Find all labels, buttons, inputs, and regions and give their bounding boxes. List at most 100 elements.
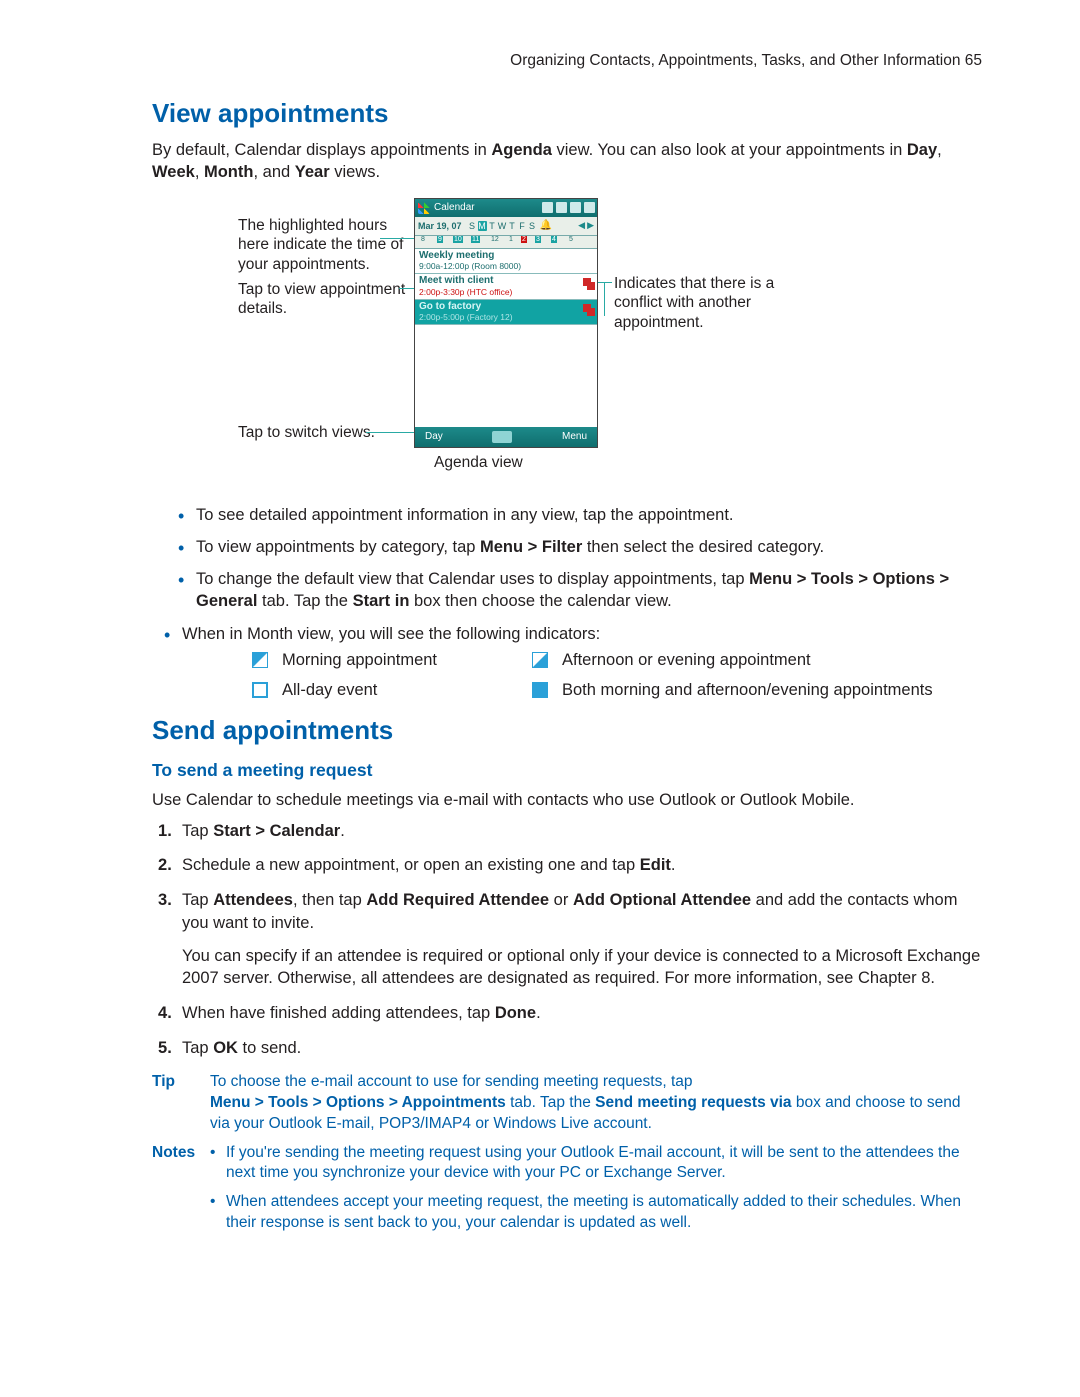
device-softkey-bar: Day Menu bbox=[415, 427, 597, 447]
text: views. bbox=[330, 163, 380, 181]
ruler-tick-hl: 10 bbox=[453, 236, 463, 243]
step-item: Tap Attendees, then tap Add Required Att… bbox=[152, 889, 982, 990]
appt-title: Weekly meeting bbox=[419, 251, 593, 262]
legend-label: All-day event bbox=[282, 679, 377, 701]
ruler-tick-conflict: 2 bbox=[521, 236, 527, 243]
text: To view appointments by category, tap bbox=[196, 538, 480, 556]
text: Tap bbox=[182, 822, 213, 840]
notes-block: Notes If you're sending the meeting requ… bbox=[152, 1143, 982, 1243]
text-bold: Add Required Attendee bbox=[366, 891, 549, 909]
ruler-tick: 5 bbox=[569, 236, 573, 243]
leader-line bbox=[604, 282, 605, 316]
heading-view-appointments: View appointments bbox=[152, 98, 982, 129]
figure-agenda-view: The highlighted hours here indicate the … bbox=[152, 198, 982, 498]
tip-body: To choose the e-mail account to use for … bbox=[210, 1072, 982, 1135]
appt-sub: 2:00p-3:30p (HTC office) bbox=[419, 287, 593, 297]
close-icon bbox=[584, 202, 595, 213]
text: tab. Tap the bbox=[257, 592, 352, 610]
device-datebar: Mar 19, 07 S M T W T F S 🔔 ◀ ▶ bbox=[415, 217, 597, 236]
text: . bbox=[671, 856, 676, 874]
step-item: Tap OK to send. bbox=[152, 1037, 982, 1060]
paragraph: Use Calendar to schedule meetings via e-… bbox=[152, 789, 982, 811]
list-item: When attendees accept your meeting reque… bbox=[210, 1192, 982, 1234]
text: , and bbox=[253, 163, 294, 181]
ruler-tick-hl: 11 bbox=[471, 236, 480, 243]
legend-label: Morning appointment bbox=[282, 649, 437, 671]
text: Use Calendar to schedule meetings via e-… bbox=[152, 789, 982, 811]
device-title: Calendar bbox=[434, 202, 475, 213]
text: When have finished adding attendees, tap bbox=[182, 1004, 495, 1022]
legend-label: Both morning and afternoon/evening appoi… bbox=[562, 679, 933, 701]
swatch-both-icon bbox=[532, 682, 548, 698]
conflict-icon bbox=[583, 278, 595, 290]
step-item: When have finished adding attendees, tap… bbox=[152, 1002, 982, 1025]
list-item: To change the default view that Calendar… bbox=[166, 568, 982, 613]
callout-right-conflict: Indicates that there is a conflict with … bbox=[614, 274, 784, 333]
text-bold: Attendees bbox=[213, 891, 293, 909]
text: Tap bbox=[182, 891, 213, 909]
subheading-send-meeting: To send a meeting request bbox=[152, 760, 982, 781]
step-paragraph: You can specify if an attendee is requir… bbox=[182, 945, 982, 991]
leader-line bbox=[380, 238, 414, 239]
ruler-tick-hl: 9 bbox=[437, 236, 443, 243]
swatch-allday-icon bbox=[252, 682, 268, 698]
text: to send. bbox=[238, 1039, 301, 1057]
conflict-icon bbox=[583, 304, 595, 316]
text-bold: Month bbox=[204, 163, 253, 181]
bullet-list: When in Month view, you will see the fol… bbox=[152, 623, 982, 702]
weekday-selected: M bbox=[478, 221, 487, 231]
weekday: S bbox=[528, 221, 537, 231]
next-icon: ▶ bbox=[587, 220, 594, 231]
text-bold: Menu > Filter bbox=[480, 538, 582, 556]
hour-ruler: 8 9 10 11 12 1 2 3 4 5 bbox=[415, 236, 597, 249]
ruler-tick-hl: 3 bbox=[535, 236, 541, 243]
step-item: Tap Start > Calendar. bbox=[152, 820, 982, 843]
text: then select the desired category. bbox=[582, 538, 824, 556]
text: , bbox=[937, 141, 942, 159]
appointment-item: Meet with client 2:00p-3:30p (HTC office… bbox=[415, 274, 597, 300]
softkey-left: Day bbox=[425, 431, 443, 442]
text: Tap bbox=[182, 1039, 213, 1057]
text-bold: Edit bbox=[640, 856, 671, 874]
text: . bbox=[340, 822, 345, 840]
ruler-tick-hl: 4 bbox=[551, 236, 557, 243]
weekday: F bbox=[518, 221, 527, 231]
heading-send-appointments: Send appointments bbox=[152, 715, 982, 746]
text-bold: Send meeting requests via bbox=[595, 1094, 791, 1111]
swatch-morning-icon bbox=[252, 652, 268, 668]
text: box then choose the calendar view. bbox=[409, 592, 671, 610]
callout-left-details: Tap to view appointment details. bbox=[238, 280, 414, 320]
list-item: To view appointments by category, tap Me… bbox=[166, 536, 982, 558]
text-bold: Day bbox=[907, 141, 937, 159]
text: To change the default view that Calendar… bbox=[196, 570, 749, 588]
text-bold: Agenda bbox=[491, 141, 552, 159]
list-item: If you're sending the meeting request us… bbox=[210, 1143, 982, 1185]
intro-paragraph: By default, Calendar displays appointmen… bbox=[152, 139, 982, 184]
device-date: Mar 19, 07 bbox=[418, 221, 462, 231]
text: Schedule a new appointment, or open an e… bbox=[182, 856, 640, 874]
weekday-strip: S M T W T F S bbox=[468, 221, 537, 231]
signal-icon bbox=[556, 202, 567, 213]
text-bold: Start > Calendar bbox=[213, 822, 340, 840]
legend: Morning appointment Afternoon or evening… bbox=[252, 649, 982, 702]
running-header: Organizing Contacts, Appointments, Tasks… bbox=[152, 52, 982, 70]
device-titlebar: Calendar bbox=[415, 199, 597, 217]
callout-left-hours: The highlighted hours here indicate the … bbox=[238, 216, 406, 275]
start-icon bbox=[418, 202, 430, 214]
text: . bbox=[536, 1004, 541, 1022]
volume-icon bbox=[570, 202, 581, 213]
ruler-tick: 8 bbox=[421, 236, 425, 243]
text-bold: Week bbox=[152, 163, 195, 181]
leader-line bbox=[366, 432, 414, 433]
list-item: To see detailed appointment information … bbox=[166, 504, 982, 526]
text: By default, Calendar displays appointmen… bbox=[152, 141, 491, 159]
text-bold: Add Optional Attendee bbox=[573, 891, 751, 909]
document-page: Organizing Contacts, Appointments, Tasks… bbox=[0, 0, 1080, 1397]
weekday: S bbox=[468, 221, 477, 231]
ruler-tick: 1 bbox=[509, 236, 513, 243]
appt-title: Meet with client bbox=[419, 276, 593, 287]
device-screenshot: Calendar Mar 19, 07 S M T W T F S bbox=[414, 198, 598, 448]
softkey-right: Menu bbox=[562, 431, 587, 442]
leader-line bbox=[399, 288, 414, 289]
text: view. You can also look at your appointm… bbox=[552, 141, 907, 159]
